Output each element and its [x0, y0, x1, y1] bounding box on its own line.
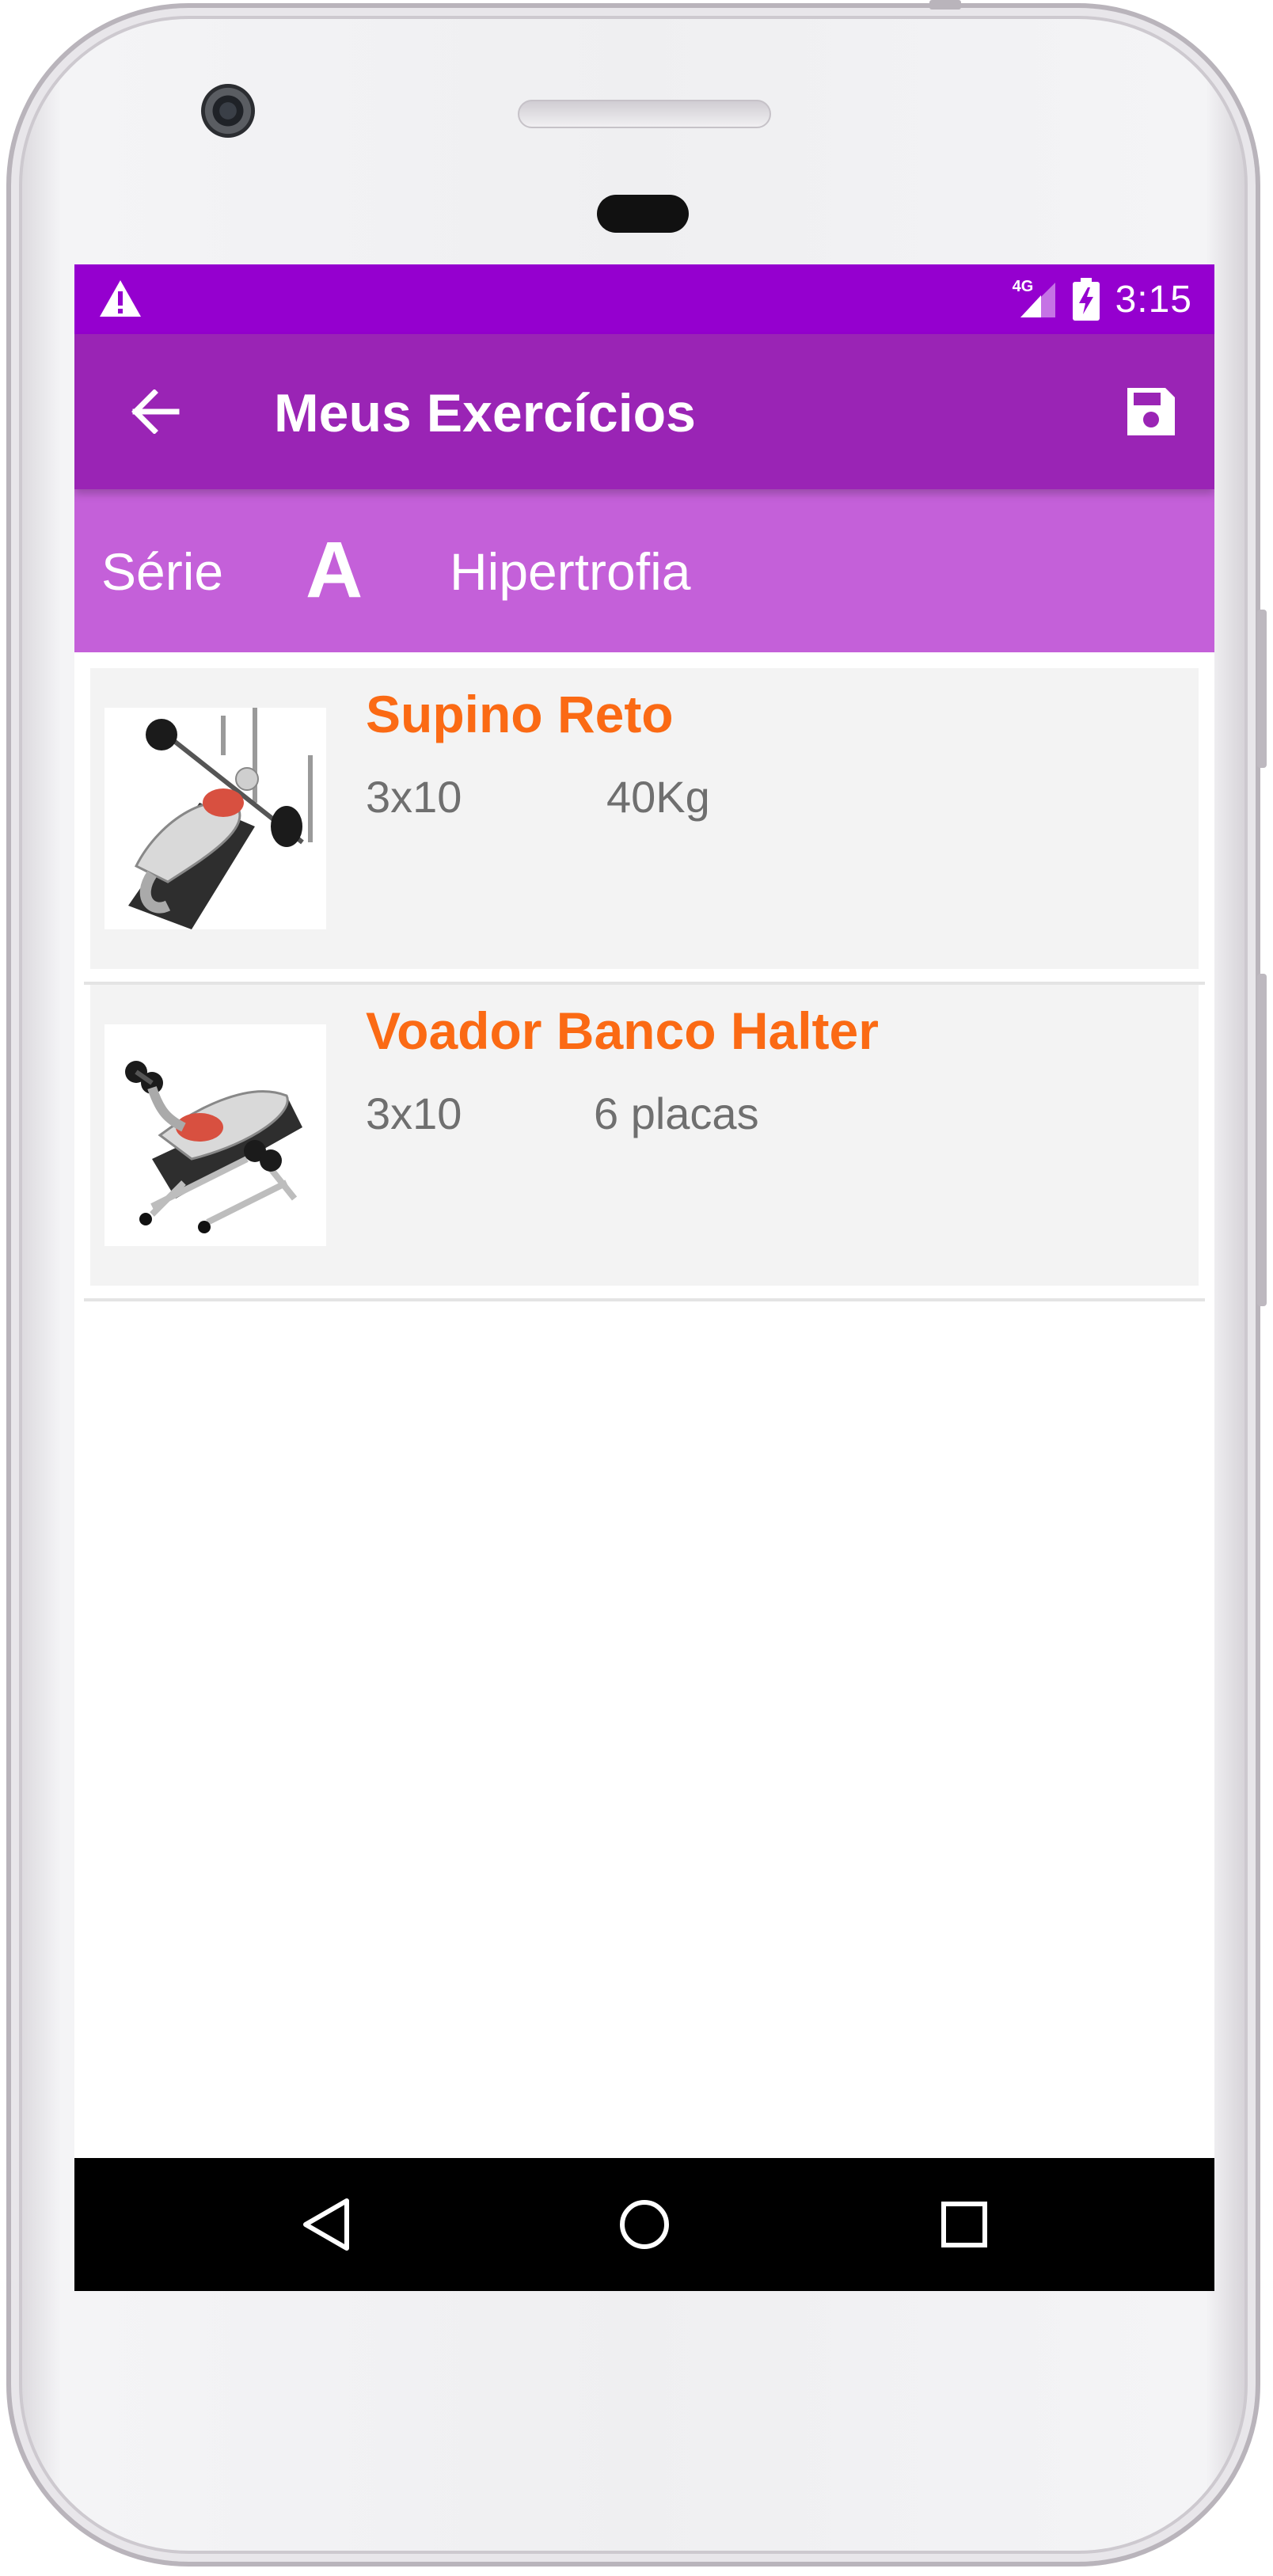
dumbbell-fly-illustration: [104, 1024, 326, 1246]
exercise-sets: 3x10: [366, 1089, 462, 1138]
front-camera: [201, 84, 255, 138]
exercise-name: Supino Reto: [366, 685, 674, 743]
series-letter: A: [306, 526, 363, 614]
phone-volume-button: [1257, 974, 1267, 1306]
series-label: Série: [101, 542, 224, 601]
exercise-card[interactable]: Supino Reto 3x10 40Kg: [90, 668, 1199, 969]
list-item[interactable]: Supino Reto 3x10 40Kg: [84, 668, 1205, 985]
save-button[interactable]: [1123, 383, 1180, 440]
page-title: Meus Exercícios: [274, 383, 696, 443]
barbell-bench-press-illustration: [104, 708, 326, 929]
app-bar: Meus Exercícios: [74, 334, 1214, 489]
status-bar: 4G 3:15: [74, 264, 1214, 334]
exercise-list: Supino Reto 3x10 40Kg Voador Banco Halte…: [74, 652, 1214, 1301]
exercise-sets: 3x10: [366, 772, 462, 822]
system-navigation-bar: [74, 2158, 1214, 2291]
nav-recents-button[interactable]: [933, 2193, 996, 2256]
proximity-sensor: [597, 195, 689, 233]
exercise-image: [104, 1024, 326, 1246]
nav-home-button[interactable]: [613, 2193, 676, 2256]
exercise-load: 6 placas: [594, 1089, 759, 1138]
phone-power-button: [1257, 610, 1267, 768]
exercise-card[interactable]: Voador Banco Halter 3x10 6 placas: [90, 985, 1199, 1286]
series-header: Série A Hipertrofia: [74, 489, 1214, 652]
exercise-load: 40Kg: [606, 772, 710, 822]
clock: 3:15: [1115, 278, 1192, 321]
series-type: Hipertrofia: [450, 542, 691, 601]
list-item[interactable]: Voador Banco Halter 3x10 6 placas: [84, 985, 1205, 1301]
earpiece-speaker: [518, 100, 771, 128]
arrow-left-icon: [131, 389, 180, 434]
exercise-name: Voador Banco Halter: [366, 1001, 879, 1060]
screen: 4G 3:15 Meus Exercícios Série A Hipertro…: [74, 264, 1214, 2291]
signal-icon: 4G: [1013, 278, 1057, 319]
nav-back-button[interactable]: [294, 2193, 358, 2256]
phone-frame: 4G 3:15 Meus Exercícios Série A Hipertro…: [6, 0, 1267, 2567]
battery-charging-icon: [1072, 278, 1100, 321]
phone-top-button: [929, 0, 961, 9]
warning-icon: [100, 280, 141, 317]
back-button[interactable]: [125, 382, 185, 442]
exercise-image: [104, 708, 326, 929]
